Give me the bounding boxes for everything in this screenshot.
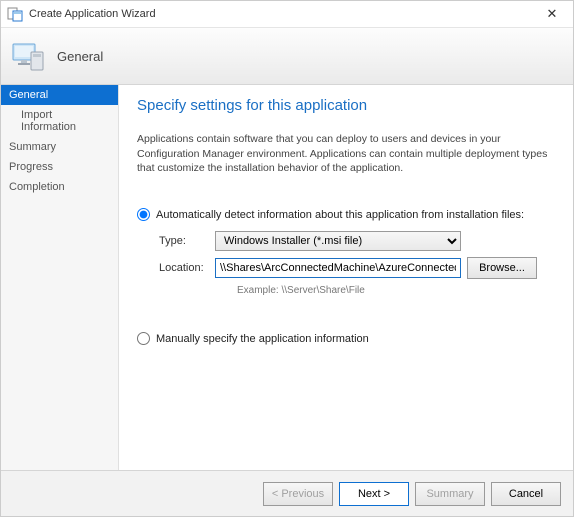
radio-manual[interactable] [137,332,150,345]
previous-button[interactable]: < Previous [263,482,333,506]
sidebar-item-summary[interactable]: Summary [1,137,118,157]
option-manual-label: Manually specify the application informa… [156,333,369,345]
next-button[interactable]: Next > [339,482,409,506]
footer: < Previous Next > Summary Cancel [1,470,573,516]
wizard-header-icon [11,38,47,74]
page-description: Applications contain software that you c… [137,132,555,176]
window-title: Create Application Wizard [29,8,537,20]
header-text: General [57,49,103,64]
sidebar-item-completion[interactable]: Completion [1,177,118,197]
location-input[interactable] [215,258,461,278]
titlebar: Create Application Wizard ✕ [1,1,573,27]
option-auto-detect[interactable]: Automatically detect information about t… [137,208,555,221]
auto-detect-form: Type: Windows Installer (*.msi file) Loc… [137,231,555,296]
sidebar-item-progress[interactable]: Progress [1,157,118,177]
page-title: Specify settings for this application [137,97,555,114]
sidebar: General Import Information Summary Progr… [1,85,119,470]
sidebar-item-general[interactable]: General [1,85,118,105]
wizard-window: Create Application Wizard ✕ General Gene… [0,0,574,517]
browse-button[interactable]: Browse... [467,257,537,279]
option-manual[interactable]: Manually specify the application informa… [137,332,555,345]
close-icon[interactable]: ✕ [537,6,567,22]
sidebar-item-import-information[interactable]: Import Information [1,105,118,137]
option-auto-detect-label: Automatically detect information about t… [156,209,524,221]
summary-button[interactable]: Summary [415,482,485,506]
main-panel: Specify settings for this application Ap… [119,85,573,470]
app-icon [7,6,23,22]
location-example: Example: \\Server\Share\File [237,285,555,296]
type-select[interactable]: Windows Installer (*.msi file) [215,231,461,251]
header: General [1,27,573,85]
location-label: Location: [159,262,215,274]
cancel-button[interactable]: Cancel [491,482,561,506]
body: General Import Information Summary Progr… [1,85,573,470]
type-label: Type: [159,235,215,247]
radio-auto-detect[interactable] [137,208,150,221]
